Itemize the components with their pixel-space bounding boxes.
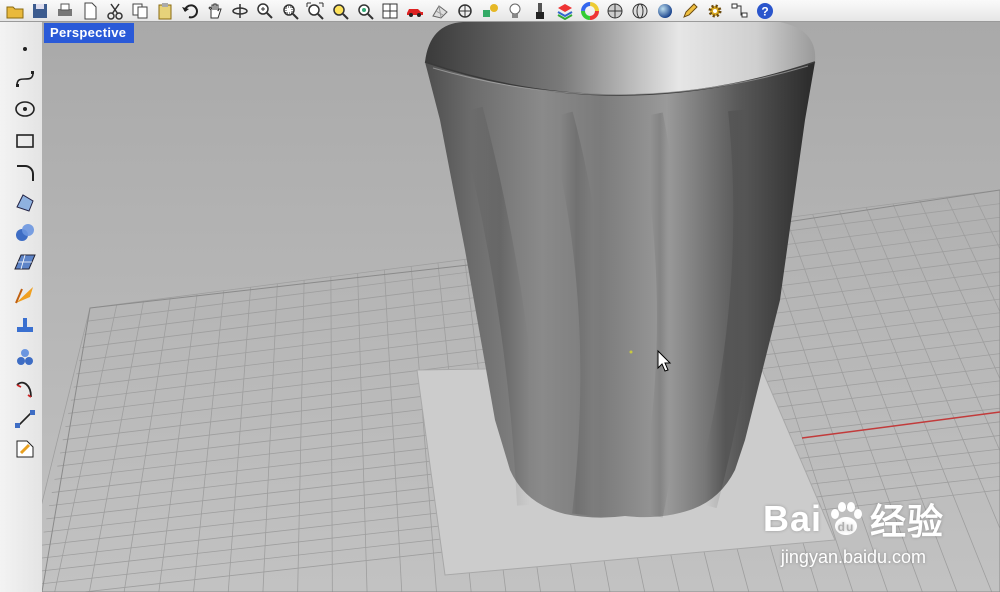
surface-icon[interactable] [12, 190, 38, 216]
blue-sphere-icon[interactable] [654, 1, 676, 21]
svg-text:du: du [838, 520, 855, 534]
object-properties-icon[interactable] [479, 1, 501, 21]
print-icon[interactable] [54, 1, 76, 21]
transform-icon[interactable] [12, 282, 38, 308]
zoom-target-icon[interactable] [354, 1, 376, 21]
layers-icon[interactable] [554, 1, 576, 21]
baidu-watermark: Bai du 经验 jingyan.baidu.com [763, 493, 944, 568]
shaded-sphere-icon[interactable] [604, 1, 626, 21]
viewport-label[interactable]: Perspective [44, 23, 135, 43]
mesh-plane-icon[interactable] [12, 250, 38, 276]
group-spheres-icon[interactable] [12, 344, 38, 370]
pan-hand-icon[interactable] [204, 1, 226, 21]
history-icon[interactable] [729, 1, 751, 21]
watermark-logo: Bai du 经验 [762, 498, 944, 542]
curve-from-object-icon[interactable] [12, 376, 38, 402]
pencil-options-icon[interactable] [679, 1, 701, 21]
rotate-view-icon[interactable] [229, 1, 251, 21]
point-on-icon[interactable] [454, 1, 476, 21]
zoom-selected-icon[interactable] [329, 1, 351, 21]
rectangle-icon[interactable] [12, 128, 38, 154]
curve-icon[interactable] [12, 66, 38, 92]
zoom-dynamic-icon[interactable] [254, 1, 276, 21]
svg-text:?: ? [761, 4, 768, 18]
circle-icon[interactable] [12, 96, 38, 122]
zoom-window-icon[interactable] [279, 1, 301, 21]
analyze-icon[interactable] [12, 436, 38, 462]
boolean-icon[interactable] [12, 312, 38, 338]
dimension-icon[interactable] [12, 406, 38, 432]
gear-icon[interactable] [704, 1, 726, 21]
solid-spheres-icon[interactable] [12, 220, 38, 246]
four-viewports-icon[interactable] [379, 1, 401, 21]
watermark-url: jingyan.baidu.com [780, 547, 927, 567]
cut-icon[interactable] [104, 1, 126, 21]
car-render-icon[interactable] [404, 1, 426, 21]
zoom-extents-icon[interactable] [304, 1, 326, 21]
help-icon[interactable]: ? [754, 1, 776, 21]
paintbrush-icon[interactable] [529, 1, 551, 21]
copy-icon[interactable] [129, 1, 151, 21]
color-wheel-icon[interactable] [579, 1, 601, 21]
new-file-icon[interactable] [79, 1, 101, 21]
open-file-icon[interactable] [4, 1, 26, 21]
standard-toolbar: ? [0, 0, 1000, 22]
paw-icon: du [830, 502, 862, 535]
grid-snap-icon[interactable] [429, 1, 451, 21]
lightbulb-icon[interactable] [504, 1, 526, 21]
render-sphere-icon[interactable] [629, 1, 651, 21]
fillet-curve-icon[interactable] [12, 160, 38, 186]
undo-icon[interactable] [179, 1, 201, 21]
snap-point [629, 350, 633, 354]
main-side-toolbar [0, 22, 43, 592]
point-icon[interactable] [12, 36, 38, 62]
save-icon[interactable] [29, 1, 51, 21]
paste-icon[interactable] [154, 1, 176, 21]
